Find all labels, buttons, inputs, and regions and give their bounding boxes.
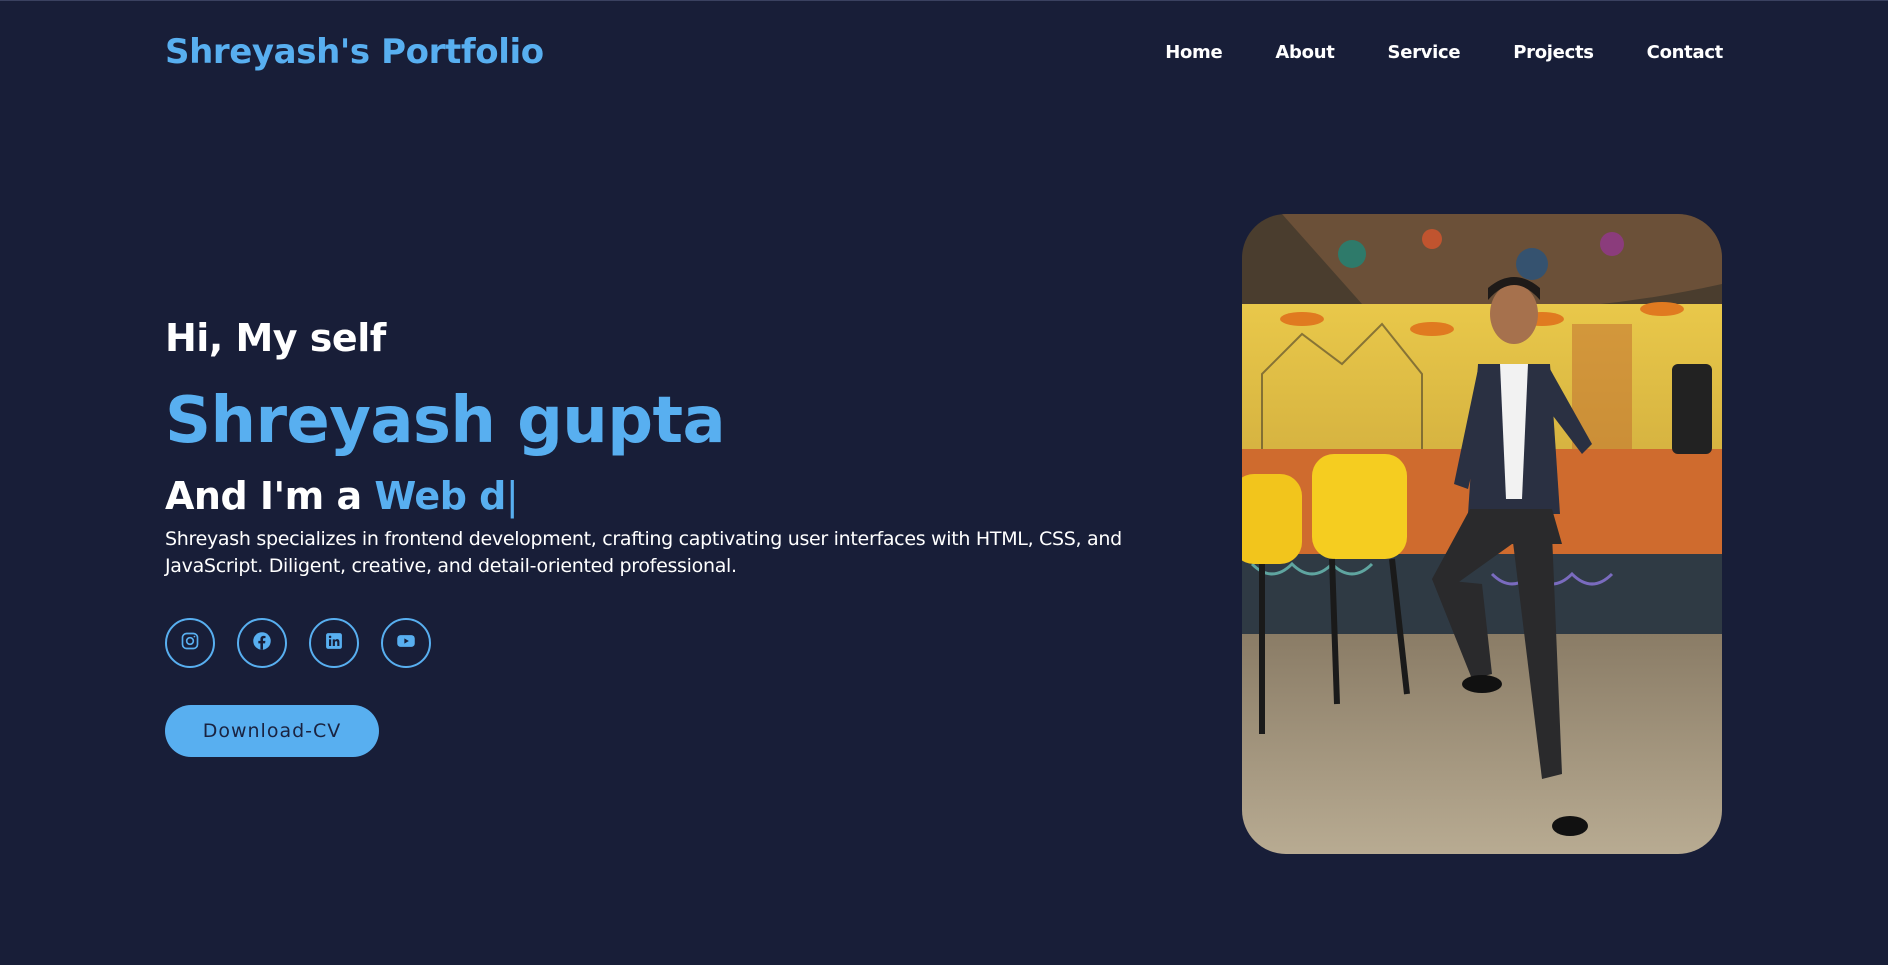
nav-projects[interactable]: Projects (1513, 42, 1594, 63)
hero-role: And I'm a Web d| (165, 474, 519, 518)
linkedin-link[interactable] (309, 618, 359, 668)
hero-greeting: Hi, My self (165, 316, 386, 360)
nav-about[interactable]: About (1275, 42, 1334, 63)
role-typed-text: Web d (374, 474, 506, 518)
download-cv-button[interactable]: Download-CV (165, 705, 379, 757)
site-header: Shreyash's Portfolio Home About Service … (165, 26, 1723, 78)
facebook-link[interactable] (237, 618, 287, 668)
social-links (165, 618, 431, 668)
nav-home[interactable]: Home (1165, 42, 1223, 63)
top-divider (0, 0, 1888, 1)
youtube-link[interactable] (381, 618, 431, 668)
main-nav: Home About Service Projects Contact (1112, 42, 1723, 63)
nav-service[interactable]: Service (1388, 42, 1461, 63)
profile-photo (1242, 214, 1722, 854)
youtube-icon (396, 631, 416, 655)
linkedin-icon (324, 631, 344, 655)
facebook-icon (252, 631, 272, 655)
typing-cursor: | (505, 474, 519, 518)
instagram-icon (180, 631, 200, 655)
nav-contact[interactable]: Contact (1647, 42, 1724, 63)
hero-name: Shreyash gupta (165, 384, 726, 458)
hero-bio: Shreyash specializes in frontend develop… (165, 528, 1122, 577)
role-prefix: And I'm a (165, 474, 375, 518)
site-logo[interactable]: Shreyash's Portfolio (165, 32, 544, 72)
instagram-link[interactable] (165, 618, 215, 668)
